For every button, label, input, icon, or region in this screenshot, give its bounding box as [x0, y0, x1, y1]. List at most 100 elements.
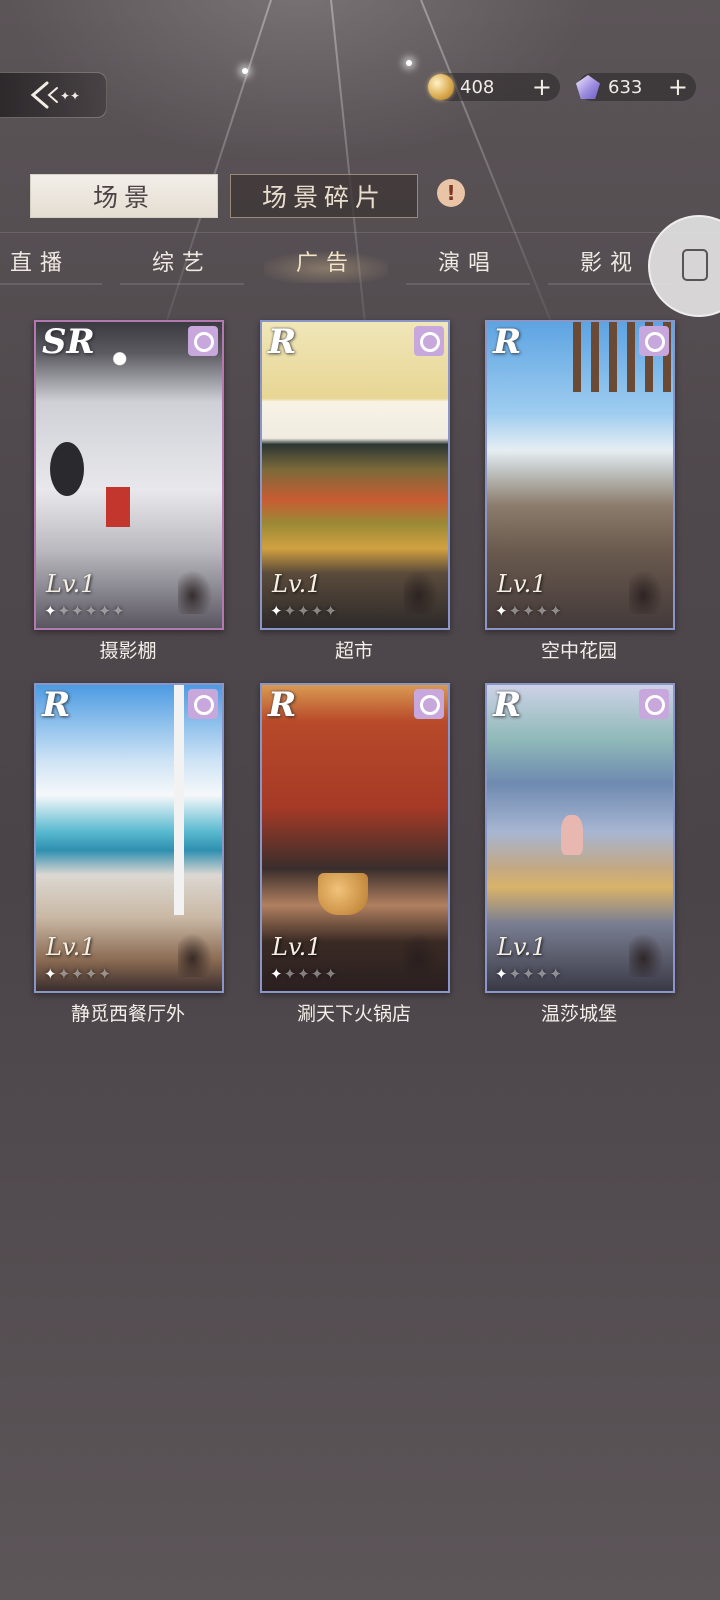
sparkle-icon [242, 68, 248, 74]
scene-name: 温莎城堡 [540, 1003, 617, 1025]
star-rating: ✦✦✦✦✦ [495, 602, 563, 620]
star-empty-icon: ✦ [57, 602, 72, 620]
star-filled-icon: ✦ [270, 965, 284, 983]
tab-scene[interactable]: 场景 [30, 174, 218, 218]
level-label: Lv.1 [272, 933, 322, 961]
scene-card[interactable]: R Lv.1 ✦✦✦✦✦ 超市 [260, 320, 450, 663]
star-empty-icon: ✦ [324, 965, 338, 983]
scene-name: 摄影棚 [99, 640, 157, 662]
coin-counter: 408 + [428, 73, 560, 101]
rarity-label: R [493, 685, 522, 725]
rarity-label: SR [42, 322, 95, 362]
floating-assistant-button[interactable] [648, 215, 720, 317]
coin-amount: 408 [460, 76, 495, 98]
camera-icon [414, 689, 444, 719]
star-empty-icon: ✦ [84, 965, 99, 983]
scene-card-image[interactable]: R Lv.1 ✦✦✦✦✦ [260, 683, 450, 993]
camera-icon [639, 689, 669, 719]
star-empty-icon: ✦ [297, 602, 311, 620]
level-label: Lv.1 [46, 933, 96, 961]
scene-card[interactable]: R Lv.1 ✦✦✦✦✦ 空中花园 [485, 320, 675, 663]
star-empty-icon: ✦ [522, 602, 536, 620]
gem-icon [576, 75, 600, 99]
category-bar: 直播 综艺 广告 演唱 影视 [0, 232, 720, 289]
star-empty-icon: ✦ [71, 965, 85, 983]
star-empty-icon: ✦ [508, 602, 523, 620]
add-coins-button[interactable]: + [532, 75, 552, 99]
gem-counter: 633 + [576, 73, 696, 101]
star-empty-icon: ✦ [57, 965, 72, 983]
scene-name: 涮天下火锅店 [296, 1003, 411, 1025]
star-empty-icon: ✦ [297, 965, 311, 983]
star-rating: ✦✦✦✦✦ [270, 965, 338, 983]
star-empty-icon: ✦ [535, 965, 550, 983]
star-filled-icon: ✦ [495, 602, 509, 620]
coin-icon [428, 74, 454, 100]
star-empty-icon: ✦ [324, 602, 338, 620]
camera-icon [188, 326, 218, 356]
add-gems-button[interactable]: + [668, 75, 688, 99]
svg-text:✦✦: ✦✦ [60, 89, 79, 103]
leaf-emblem-icon [629, 931, 665, 977]
star-filled-icon: ✦ [44, 965, 58, 983]
star-empty-icon: ✦ [522, 965, 536, 983]
scene-card[interactable]: R Lv.1 ✦✦✦✦✦ 静觅西餐厅外 [34, 683, 224, 1026]
camera-icon [639, 326, 669, 356]
category-livestream[interactable]: 直播 [0, 247, 102, 285]
leaf-emblem-icon [404, 568, 440, 614]
star-rating: ✦✦✦✦✦✦ [44, 602, 125, 620]
level-label: Lv.1 [272, 570, 322, 598]
star-empty-icon: ✦ [98, 602, 112, 620]
category-variety[interactable]: 综艺 [120, 247, 244, 285]
star-empty-icon: ✦ [310, 965, 325, 983]
camera-icon [414, 326, 444, 356]
rarity-label: R [268, 322, 297, 362]
scene-name: 静觅西餐厅外 [70, 1003, 185, 1025]
category-concert[interactable]: 演唱 [406, 247, 530, 285]
leaf-emblem-icon [404, 931, 440, 977]
star-empty-icon: ✦ [535, 602, 550, 620]
gem-amount: 633 [608, 76, 643, 98]
star-empty-icon: ✦ [549, 965, 563, 983]
tab-scene-fragments[interactable]: 场景碎片 [230, 174, 418, 218]
alert-icon[interactable]: ! [437, 179, 465, 207]
rarity-label: R [42, 685, 71, 725]
star-filled-icon: ✦ [44, 602, 58, 620]
leaf-emblem-icon [629, 568, 665, 614]
star-empty-icon: ✦ [283, 965, 298, 983]
star-rating: ✦✦✦✦✦ [270, 602, 338, 620]
phone-icon [682, 249, 708, 281]
scene-card[interactable]: R Lv.1 ✦✦✦✦✦ 涮天下火锅店 [260, 683, 450, 1026]
scene-name: 超市 [334, 640, 373, 662]
scene-card[interactable]: SR Lv.1 ✦✦✦✦✦✦ 摄影棚 [34, 320, 224, 663]
scene-card-image[interactable]: SR Lv.1 ✦✦✦✦✦✦ [34, 320, 224, 630]
rarity-label: R [493, 322, 522, 362]
rarity-label: R [268, 685, 297, 725]
back-arrow-icon: ✦✦ [30, 81, 79, 109]
scene-card-image[interactable]: R Lv.1 ✦✦✦✦✦ [485, 320, 675, 630]
scene-card-image[interactable]: R Lv.1 ✦✦✦✦✦ [485, 683, 675, 993]
leaf-emblem-icon [178, 931, 214, 977]
back-button[interactable]: ✦✦ [0, 72, 107, 118]
star-empty-icon: ✦ [98, 965, 112, 983]
star-empty-icon: ✦ [283, 602, 298, 620]
star-empty-icon: ✦ [310, 602, 325, 620]
star-empty-icon: ✦ [84, 602, 99, 620]
category-advertising[interactable]: 广告 [264, 247, 388, 285]
star-rating: ✦✦✦✦✦ [44, 965, 112, 983]
level-label: Lv.1 [497, 570, 547, 598]
star-empty-icon: ✦ [549, 602, 563, 620]
sparkle-icon [406, 60, 412, 66]
star-filled-icon: ✦ [270, 602, 284, 620]
star-empty-icon: ✦ [71, 602, 85, 620]
star-rating: ✦✦✦✦✦ [495, 965, 563, 983]
scene-name: 空中花园 [540, 640, 617, 662]
scene-card[interactable]: R Lv.1 ✦✦✦✦✦ 温莎城堡 [485, 683, 675, 1026]
scene-card-image[interactable]: R Lv.1 ✦✦✦✦✦ [260, 320, 450, 630]
leaf-emblem-icon [178, 568, 214, 614]
camera-icon [188, 689, 218, 719]
level-label: Lv.1 [46, 570, 96, 598]
star-filled-icon: ✦ [495, 965, 509, 983]
scene-card-image[interactable]: R Lv.1 ✦✦✦✦✦ [34, 683, 224, 993]
star-empty-icon: ✦ [508, 965, 523, 983]
